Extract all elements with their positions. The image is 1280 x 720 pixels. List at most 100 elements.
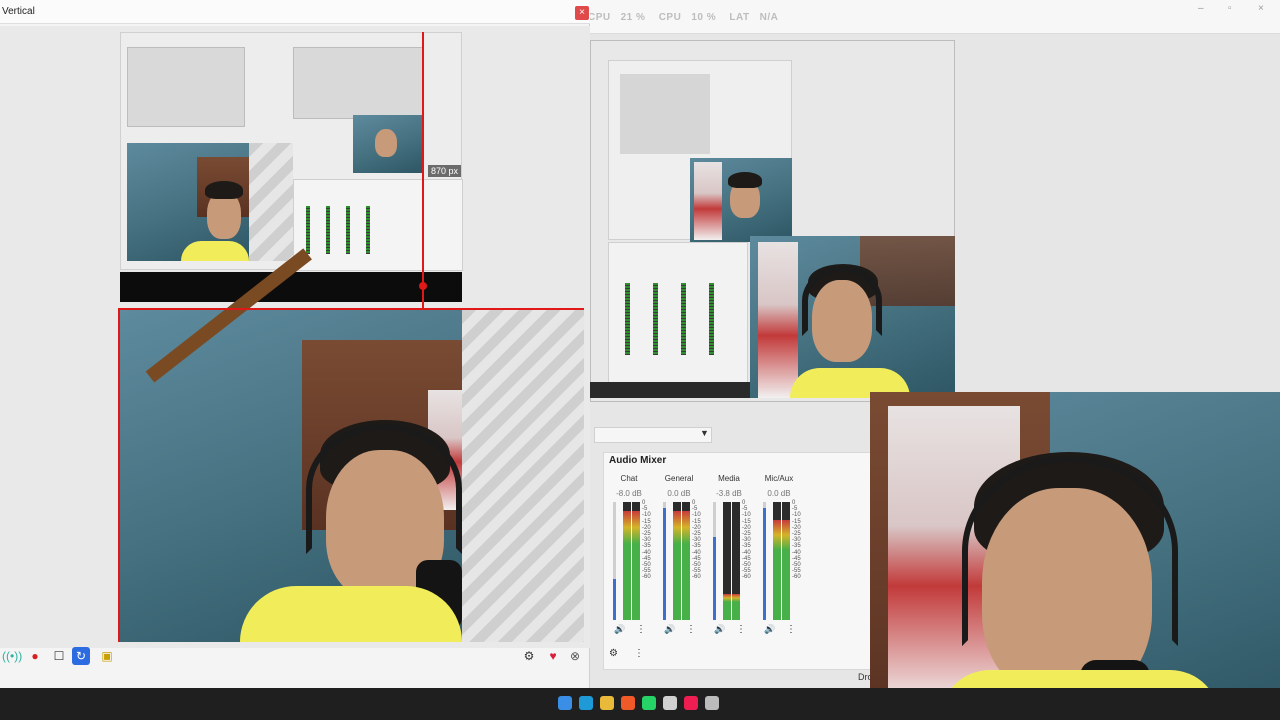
close-button[interactable]: × — [1258, 3, 1264, 14]
level-meter — [723, 502, 731, 620]
performance-stats: CPU 21 % CPU 10 % LAT N/A — [588, 12, 788, 23]
nested-webcam-left — [127, 143, 249, 261]
scale-tick: -15 — [742, 518, 751, 525]
channel-db: -3.8 dB — [716, 489, 742, 498]
channel-menu-icon[interactable]: ⋮ — [736, 624, 746, 635]
vertical-preview-canvas[interactable] — [0, 26, 590, 648]
scale-tick: -40 — [742, 549, 751, 556]
channel-menu-icon[interactable]: ⋮ — [786, 624, 796, 635]
nested-thumb-right — [293, 47, 423, 119]
scale-tick: -10 — [692, 512, 701, 519]
file-explorer-icon[interactable] — [600, 696, 614, 710]
level-meter — [782, 502, 790, 620]
volume-fader[interactable] — [613, 502, 616, 620]
level-meter — [682, 502, 690, 620]
nested-mixer-capture — [608, 242, 748, 390]
heart-icon[interactable]: ♥ — [544, 647, 562, 665]
vertical-close-button[interactable]: × — [575, 6, 589, 20]
lat-value: N/A — [759, 12, 779, 23]
scale-tick: -10 — [792, 512, 801, 519]
record-icon[interactable]: ● — [26, 647, 44, 665]
resize-handle[interactable] — [419, 282, 427, 290]
scene-dropdown[interactable] — [594, 427, 712, 443]
chevron-down-icon[interactable]: ▼ — [700, 428, 709, 438]
scale-tick: -35 — [792, 543, 801, 550]
refresh-icon[interactable]: ↻ — [72, 647, 90, 665]
cpu-value: 21 % — [620, 12, 646, 23]
webcam-source-vertical — [120, 248, 462, 642]
scale-tick: -35 — [642, 543, 651, 550]
meter-scale: 0 -5 -10 -15 -20 -25 -30 -35 -40 -45 -50 -55 -60 — [792, 500, 801, 581]
scale-tick: -60 — [642, 574, 651, 581]
level-meter — [773, 502, 781, 620]
scale-tick: -35 — [692, 543, 701, 550]
scale-tick: -40 — [792, 549, 801, 556]
channel-db: 0.0 dB — [667, 489, 691, 498]
scale-tick: -60 — [692, 574, 701, 581]
whatsapp-icon[interactable] — [642, 696, 656, 710]
level-meter — [732, 502, 740, 620]
speaker-icon[interactable]: 🔊 — [664, 624, 675, 635]
obs-icon[interactable] — [663, 696, 677, 710]
scale-tick: -15 — [792, 518, 801, 525]
vertical-window-title: Vertical — [2, 6, 35, 17]
scale-tick: -40 — [692, 549, 701, 556]
volume-fader[interactable] — [713, 502, 716, 620]
mixer-settings-icon[interactable]: ⚙ — [609, 648, 618, 659]
lat-label: LAT — [729, 12, 750, 23]
scale-tick: -60 — [792, 574, 801, 581]
nested-webcam — [690, 158, 792, 242]
scale-tick: -60 — [742, 574, 751, 581]
speaker-icon[interactable]: 🔊 — [764, 624, 775, 635]
gear-icon[interactable]: ⚙ — [520, 647, 538, 665]
scale-tick: -15 — [642, 518, 651, 525]
windows-start-icon[interactable] — [558, 696, 572, 710]
nested-preview-thumb — [620, 74, 710, 154]
webcam-source-right — [870, 392, 1280, 720]
channel-db: -8.0 dB — [616, 489, 642, 498]
scale-tick: -10 — [642, 512, 651, 519]
channel-db: 0.0 dB — [767, 489, 791, 498]
settings-icon[interactable] — [705, 696, 719, 710]
volume-fader[interactable] — [763, 502, 766, 620]
vertical-toolbar: ((•)) ● ☐ ↻ ▣ ⚙ ♥ ⊗ — [0, 647, 590, 671]
square-icon[interactable]: ☐ — [50, 647, 68, 665]
replay-icon[interactable]: ▣ — [98, 647, 116, 665]
meter-scale: 0 -5 -10 -15 -20 -25 -30 -35 -40 -45 -50 -55 -60 — [742, 500, 751, 581]
tiktok-icon[interactable] — [684, 696, 698, 710]
mixer-channel-label: Media -3.8 dB — [704, 474, 754, 498]
minimize-button[interactable]: – — [1198, 3, 1204, 14]
scale-tick: -15 — [692, 518, 701, 525]
cpu-label: CPU — [588, 12, 611, 23]
channel-menu-icon[interactable]: ⋮ — [636, 624, 646, 635]
bounding-guide-horizontal — [118, 308, 584, 310]
maximize-button[interactable]: ▫ — [1228, 3, 1232, 14]
mixer-channel-label: Chat -8.0 dB — [604, 474, 654, 498]
channel-name: General — [664, 474, 694, 483]
nested-taskbar — [590, 382, 750, 398]
audio-mixer-title: Audio Mixer — [609, 455, 667, 466]
volume-fader[interactable] — [663, 502, 666, 620]
channel-menu-icon[interactable]: ⋮ — [686, 624, 696, 635]
speaker-icon[interactable]: 🔊 — [614, 624, 625, 635]
edge-icon[interactable] — [579, 696, 593, 710]
speaker-icon[interactable]: 🔊 — [714, 624, 725, 635]
empty-canvas-area — [462, 310, 584, 642]
channel-name: Media — [718, 474, 740, 483]
scale-tick: -10 — [742, 512, 751, 519]
meter-scale: 0 -5 -10 -15 -20 -25 -30 -35 -40 -45 -50 -55 -60 — [642, 500, 651, 581]
mixer-channel-label: General 0.0 dB — [654, 474, 704, 498]
nested-obs-capture — [120, 32, 463, 271]
nested-webcam-small — [353, 115, 423, 173]
nested-mixer — [293, 179, 463, 271]
level-meter — [623, 502, 631, 620]
cpu2-value: 10 % — [691, 12, 717, 23]
brave-icon[interactable] — [621, 696, 635, 710]
mixer-menu-icon[interactable]: ⋮ — [634, 648, 644, 659]
broadcast-icon[interactable]: ((•)) — [2, 647, 22, 665]
vertical-title-bar — [0, 0, 590, 24]
channel-name: Chat — [620, 474, 638, 483]
plugin-icon[interactable]: ⊗ — [566, 647, 584, 665]
nested-black-bar — [120, 272, 462, 302]
level-meter — [673, 502, 681, 620]
